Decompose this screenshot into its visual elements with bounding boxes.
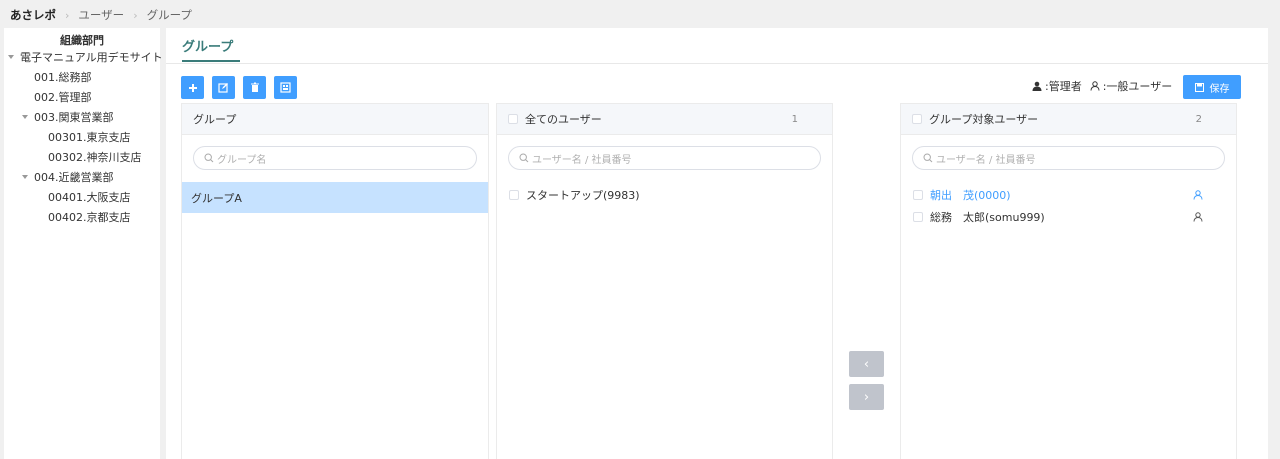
- tree-node-label: 004.近畿営業部: [34, 171, 114, 184]
- breadcrumb-group: グループ: [146, 8, 192, 22]
- all-users-panel-header: 全てのユーザー 1: [497, 104, 832, 135]
- group-list-item[interactable]: グループA: [182, 182, 488, 213]
- tree-node-00302[interactable]: 00302.神奈川支店: [48, 150, 142, 166]
- target-users-panel: グループ対象ユーザー 2 ユーザー名 / 社員番号 朝出 茂(0000) 総務 …: [900, 103, 1237, 459]
- legend-user: :一般ユーザー: [1090, 78, 1173, 94]
- chevron-left-icon: ‹: [863, 356, 870, 372]
- tree-node-root[interactable]: 電子マニュアル用デモサイト: [8, 50, 163, 66]
- tree-node-00402[interactable]: 00402.京都支店: [48, 210, 131, 226]
- user-outline-icon: [1090, 81, 1100, 91]
- all-users-panel: 全てのユーザー 1 ユーザー名 / 社員番号 スタートアップ(9983): [496, 103, 833, 459]
- breadcrumb: あさレポ › ユーザー › グループ: [10, 7, 192, 23]
- breadcrumb-home[interactable]: あさレポ: [10, 7, 56, 23]
- search-placeholder: ユーザー名 / 社員番号: [532, 154, 632, 166]
- edit-icon: [218, 83, 228, 93]
- user-item-label: 朝出 茂(0000): [930, 189, 1011, 202]
- user-item-label: スタートアップ(9983): [526, 189, 640, 202]
- tree-node-label: 00301.東京支店: [48, 131, 131, 144]
- all-users-search-input[interactable]: ユーザー名 / 社員番号: [508, 146, 821, 170]
- qr-icon: [280, 82, 291, 93]
- chevron-right-icon: ›: [863, 389, 870, 405]
- tree-node-label: 001.総務部: [34, 71, 92, 84]
- save-icon: [1194, 82, 1204, 92]
- search-icon: [519, 153, 529, 163]
- sidebar: 組織部門 電子マニュアル用デモサイト 001.総務部 002.管理部 003.関…: [4, 28, 163, 459]
- search-icon: [204, 153, 214, 163]
- group-panel: グループ グループ名 グループA: [181, 103, 489, 459]
- target-users-panel-header: グループ対象ユーザー 2: [901, 104, 1236, 135]
- all-users-count: 1: [791, 113, 798, 125]
- user-outline-icon: [1193, 190, 1203, 200]
- add-button[interactable]: [181, 76, 204, 99]
- tree-node-label: 00402.京都支店: [48, 211, 131, 224]
- group-panel-header: グループ: [182, 104, 488, 135]
- tree-node-label: 002.管理部: [34, 91, 92, 104]
- all-users-panel-title: 全てのユーザー: [525, 113, 602, 126]
- search-placeholder: ユーザー名 / 社員番号: [936, 154, 1036, 166]
- main-content: グループ :管理者 :一般ユーザー 保存 グループ グループ名 グループA 全て…: [166, 28, 1268, 459]
- chevron-right-icon: ›: [65, 8, 70, 22]
- tree-node-001[interactable]: 001.総務部: [34, 70, 92, 86]
- save-button[interactable]: 保存: [1183, 75, 1241, 99]
- role-legend: :管理者 :一般ユーザー: [1032, 78, 1180, 94]
- caret-down-icon[interactable]: [22, 115, 28, 119]
- tree-node-label: 00302.神奈川支店: [48, 151, 142, 164]
- qr-button[interactable]: [274, 76, 297, 99]
- edit-button[interactable]: [212, 76, 235, 99]
- target-users-count: 2: [1195, 113, 1202, 125]
- tree-node-label: 00401.大阪支店: [48, 191, 131, 204]
- select-all-checkbox[interactable]: [912, 114, 922, 124]
- move-right-button[interactable]: ›: [849, 384, 884, 410]
- group-search-input[interactable]: グループ名: [193, 146, 477, 170]
- user-checkbox[interactable]: [913, 212, 923, 222]
- plus-icon: [188, 83, 197, 92]
- legend-user-label: :一般ユーザー: [1102, 80, 1173, 93]
- group-panel-title: グループ: [193, 113, 237, 126]
- trash-icon: [250, 82, 259, 92]
- tab-divider: [166, 63, 1268, 64]
- legend-admin: :管理者: [1032, 78, 1082, 94]
- move-left-button[interactable]: ‹: [849, 351, 884, 377]
- tree-node-004[interactable]: 004.近畿営業部: [22, 170, 114, 186]
- tab-group[interactable]: グループ: [182, 36, 233, 55]
- user-list-item[interactable]: スタートアップ(9983): [509, 187, 640, 203]
- user-outline-icon: [1193, 212, 1203, 222]
- search-placeholder: グループ名: [217, 154, 267, 166]
- tree-node-label: 電子マニュアル用デモサイト: [20, 51, 163, 64]
- tree-node-00401[interactable]: 00401.大阪支店: [48, 190, 131, 206]
- tab-active-indicator: [182, 60, 240, 62]
- tree-node-003[interactable]: 003.関東営業部: [22, 110, 114, 126]
- search-icon: [923, 153, 933, 163]
- breadcrumb-users[interactable]: ユーザー: [78, 7, 124, 23]
- target-user-item-user[interactable]: 総務 太郎(somu999): [913, 209, 1203, 225]
- target-users-panel-title: グループ対象ユーザー: [929, 113, 1039, 126]
- caret-down-icon[interactable]: [8, 55, 14, 59]
- legend-admin-label: :管理者: [1045, 80, 1082, 93]
- target-users-search-input[interactable]: ユーザー名 / 社員番号: [912, 146, 1225, 170]
- save-button-label: 保存: [1209, 83, 1230, 95]
- sidebar-title: 組織部門: [60, 34, 104, 47]
- user-checkbox[interactable]: [913, 190, 923, 200]
- delete-button[interactable]: [243, 76, 266, 99]
- user-checkbox[interactable]: [509, 190, 519, 200]
- admin-user-icon: [1032, 81, 1042, 91]
- group-item-label: グループA: [191, 191, 242, 205]
- target-user-item-admin[interactable]: 朝出 茂(0000): [913, 187, 1203, 203]
- tree-node-label: 003.関東営業部: [34, 111, 114, 124]
- user-item-label: 総務 太郎(somu999): [930, 211, 1045, 224]
- tree-node-002[interactable]: 002.管理部: [34, 90, 92, 106]
- tree-node-00301[interactable]: 00301.東京支店: [48, 130, 131, 146]
- chevron-right-icon: ›: [133, 8, 138, 22]
- select-all-checkbox[interactable]: [508, 114, 518, 124]
- caret-down-icon[interactable]: [22, 175, 28, 179]
